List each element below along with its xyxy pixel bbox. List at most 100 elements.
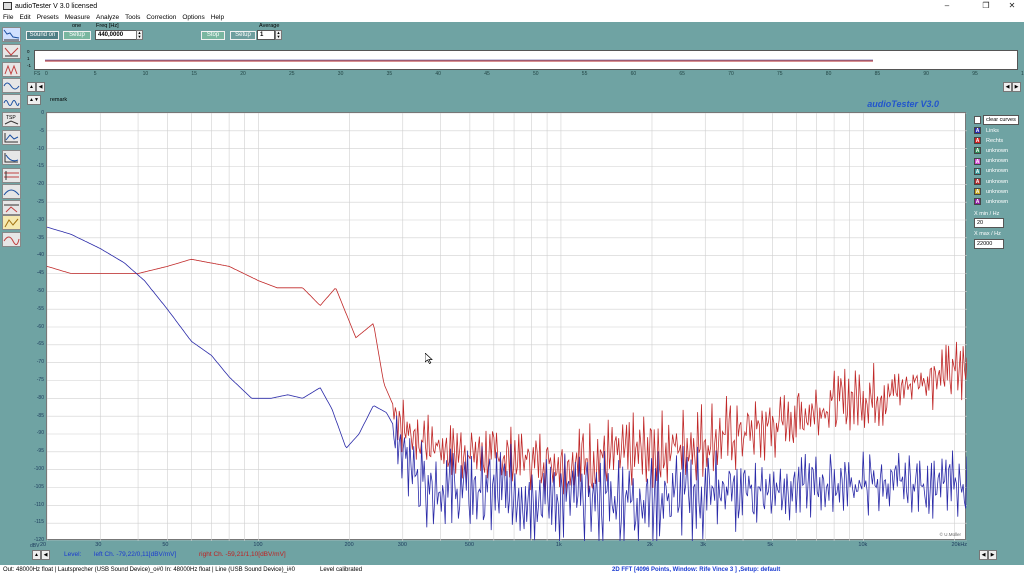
maximize-button[interactable]: ❐ [975,0,997,12]
time-axis-label: 60 [630,71,637,77]
legend-item-label: unknown [986,147,1009,154]
average-spinner[interactable]: ▲ ▼ [275,30,282,40]
spectrum-tool-icon[interactable] [2,27,21,42]
legend-item[interactable]: A Links [974,126,999,135]
left-channel-curve [47,226,967,541]
stop-button[interactable]: Stop [201,31,225,40]
status-fft: 2D FFT [4096 Points, Window: Rife Vince … [612,567,781,573]
menu-options[interactable]: Options [182,14,204,21]
x-axis-label: 5k [767,542,774,548]
time-axis-label: 50 [533,71,539,77]
freq-spinner[interactable]: ▲ ▼ [136,30,143,40]
distortion-tool-icon[interactable] [2,62,21,77]
x-axis-label: 20kHz [951,542,968,548]
menu-tools[interactable]: Tools [125,14,140,21]
x-axis-label: 20 [40,542,47,548]
control-bar: Sound on one Setup Freq [Hz] 440,0000 ▲ ▼… [24,22,1024,48]
x-axis-label: 500 [464,542,475,548]
left-toolbar: TSP [0,22,24,565]
x-axis-label: 2k [646,542,653,548]
time-nav-right: ◀ ▶ [1003,82,1021,92]
legend-color-box[interactable]: A [974,127,981,134]
response-tool-icon[interactable] [2,232,21,247]
menu-help[interactable]: Help [211,14,224,21]
freq-scroll-left-r[interactable]: ◀ [979,550,988,560]
scope-tool-icon[interactable] [2,78,21,93]
menu-correction[interactable]: Correction [146,14,176,21]
time-scroll-right[interactable]: ▶ [1012,82,1021,92]
freq-scroll-up[interactable]: ▲ [32,550,41,560]
impedance-tool-icon[interactable] [2,130,21,145]
freq-scroll-left[interactable]: ◀ [41,550,50,560]
menu-analyze[interactable]: Analyze [96,14,119,21]
legend-item[interactable]: Aunknown [974,197,1008,206]
time-axis-label: 80 [825,71,832,77]
clear-checkbox[interactable] [974,116,981,124]
average-label: Average [259,23,280,29]
sweep-tool-icon[interactable] [2,200,21,215]
y-axis-label: -100 [33,466,44,472]
filter-tool-icon[interactable] [2,168,21,183]
menu-presets[interactable]: Presets [37,14,59,21]
mouse-cursor-icon [425,353,433,364]
freq-input[interactable]: 440,0000 [95,30,137,40]
time-axis-label: 70 [728,71,734,77]
y-axis-label: -30 [36,216,44,223]
legend-color-box[interactable]: A [974,157,981,165]
legend-color-box[interactable]: A [974,188,981,196]
legend-item[interactable]: Aunknown [974,146,1008,155]
legend-color-box[interactable]: A [974,178,981,185]
wave-tool-icon[interactable] [2,94,21,109]
average-input[interactable]: 1 [257,30,275,40]
clear-curves-button[interactable]: clear curves [983,115,1019,125]
freq-scroll-right[interactable]: ▶ [988,550,997,560]
remark-label[interactable]: remark [50,97,67,103]
legend-item[interactable]: Aunknown [974,157,1008,166]
y-axis-label: -95 [36,448,44,455]
y-axis: 0 -5 -10 -15 -20 -25 -30 -35 -40 -45 -50 -55 -60 -65 -… [24,108,46,548]
cascade-tool-icon[interactable] [2,184,21,199]
minimize-button[interactable]: – [936,0,958,12]
generator-tool-icon[interactable] [2,44,21,59]
waterfall-tool-icon[interactable] [2,215,21,230]
time-axis-label: 35 [386,71,393,77]
spectrum-plot[interactable]: © U.Müller [46,112,967,541]
close-button[interactable]: ✕ [1001,0,1023,12]
right-channel-curve [47,258,967,498]
xmax-input[interactable]: 22000 [974,239,1004,249]
legend-item[interactable]: Aunknown [974,167,1008,176]
sound-on-button[interactable]: Sound on [26,31,59,40]
freq-nav-left: ▲ ◀ [32,550,50,560]
menu-edit[interactable]: Edit [19,14,30,21]
status-io: Out: 48000Hz float | Lautsprecher (USB S… [3,567,295,573]
legend-item[interactable]: Aunknown [974,177,1008,186]
x-axis-label: 30 [95,542,102,548]
menu-file[interactable]: File [3,14,13,21]
level-row: ▲ ◀ Level: left Ch. -79,22/0,11[dBV/mV] … [24,549,1024,561]
freq-label: Freq [Hz] [96,23,119,29]
time-scroll-left-r[interactable]: ◀ [1003,82,1012,92]
y-axis-label: -90 [36,430,44,437]
legend-item-label: unknown [986,158,1009,165]
remark-spinner[interactable]: ▲▼ [27,95,41,105]
setup-button-2[interactable]: Setup [230,31,256,40]
app-icon [3,2,12,10]
time-scrollbar[interactable] [46,81,996,91]
xmin-input[interactable]: 20 [974,218,1004,228]
legend-item[interactable]: A Rechts [974,136,1003,145]
phase-tool-icon[interactable] [2,150,21,165]
y-axis-label: -110 [34,501,44,508]
time-axis-label: 75 [777,71,783,77]
legend-color-box[interactable]: A [974,198,981,206]
setup-button[interactable]: Setup [63,31,91,40]
legend-item-label: unknown [986,198,1009,205]
level-left-value: left Ch. -79,22/0,11[dBV/mV] [94,551,177,558]
legend-color-box[interactable]: A [974,137,981,145]
tsp-tool-icon[interactable]: TSP [2,112,21,127]
legend-item[interactable]: Aunknown [974,187,1008,196]
time-scroll-up[interactable]: ▲ [27,82,36,92]
legend-color-box[interactable]: A [974,147,981,155]
menu-measure[interactable]: Measure [65,14,90,21]
time-scroll-left[interactable]: ◀ [36,82,45,92]
legend-color-box[interactable]: A [974,167,981,175]
